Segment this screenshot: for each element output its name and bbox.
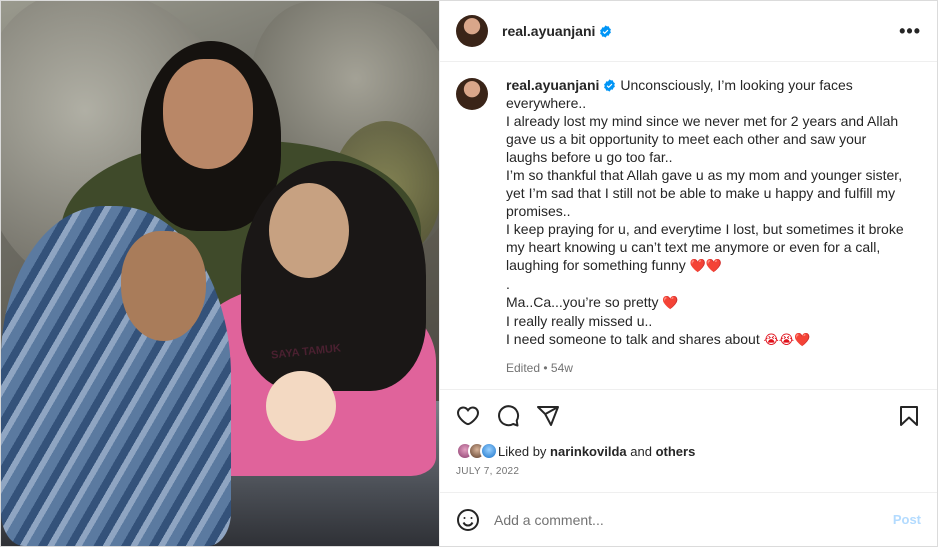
verified-badge-icon (604, 78, 616, 92)
verified-badge-icon (600, 24, 612, 38)
caption-line-text: Unconsciously, I’m looking your faces (620, 77, 853, 93)
caption-line: I need someone to talk and shares about … (506, 330, 916, 349)
caption-username-text[interactable]: real.ayuanjani (506, 76, 599, 94)
photo-person-back-face (163, 59, 253, 169)
edited-timestamp[interactable]: Edited • 54w (506, 359, 916, 377)
likes-summary: Liked by narinkovilda and others (456, 442, 921, 460)
caption-line: laughing for something funny ❤️❤️ (506, 256, 916, 275)
caption-line-text: laughing for something funny (506, 257, 686, 273)
photo-person-right-face (269, 183, 349, 278)
caption-line-text: Ma..Ca...you’re so pretty (506, 294, 659, 310)
caption-area: real.ayuanjani Unconsciously, I’m lookin… (440, 62, 937, 389)
photo-person-left-face (121, 231, 206, 341)
likes-others-link[interactable]: others (656, 444, 696, 459)
share-send-icon[interactable] (536, 404, 560, 428)
post-photo[interactable]: SAYA TAMUK (1, 1, 439, 546)
caption-line: yet I’m sad that I still not be able to … (506, 185, 896, 201)
heart-emoji-icon: ❤️❤️ (689, 258, 723, 273)
caption-line-text: I need someone to talk and shares about (506, 331, 760, 347)
photo-shirt-print (266, 371, 336, 441)
avatar[interactable] (456, 15, 488, 47)
caption-line: Ma..Ca...you’re so pretty ❤️ (506, 293, 916, 312)
save-bookmark-icon[interactable] (897, 404, 921, 428)
post-sidebar: real.ayuanjani ••• real.ayuanjani Uncons… (439, 1, 937, 546)
caption-line: I really really missed u.. (506, 313, 653, 329)
post-actions-section: Liked by narinkovilda and others JULY 7,… (440, 389, 937, 492)
avatar[interactable] (456, 78, 488, 110)
caption-line: everywhere.. (506, 95, 587, 111)
caption-line: I’m so thankful that Allah gave u as my … (506, 167, 903, 183)
comment-input[interactable] (494, 511, 893, 528)
avatar[interactable] (480, 442, 498, 460)
like-heart-icon[interactable] (456, 404, 480, 428)
heart-emoji-icon: ❤️ (662, 295, 679, 310)
more-options-button[interactable]: ••• (899, 22, 921, 40)
caption-line: my heart knowing u can’t text me anymore… (506, 239, 881, 255)
emoji-smiley-icon[interactable] (456, 508, 480, 532)
likes-prefix: Liked by (498, 443, 547, 459)
post-date[interactable]: JULY 7, 2022 (456, 466, 921, 477)
instagram-post: SAYA TAMUK real.ayuanjani ••• real.ayuan… (0, 0, 938, 547)
caption-line: gave us a bit opportunity to meet each o… (506, 131, 867, 147)
caption-line: I keep praying for u, and everytime I lo… (506, 221, 904, 237)
caption-text: real.ayuanjani Unconsciously, I’m lookin… (506, 76, 916, 389)
caption-line: promises.. (506, 203, 571, 219)
crying-emoji-icon: 😭😭❤️ (763, 332, 811, 347)
comment-bubble-icon[interactable] (496, 404, 520, 428)
post-comment-button[interactable]: Post (893, 512, 921, 527)
post-header: real.ayuanjani ••• (440, 1, 937, 62)
caption-username[interactable]: real.ayuanjani (506, 76, 620, 94)
caption-line: I already lost my mind since we never me… (506, 113, 899, 129)
liker-avatars[interactable] (456, 442, 498, 460)
comment-bar: Post (440, 492, 937, 546)
likes-user-link[interactable]: narinkovilda (550, 444, 627, 459)
caption-line: real.ayuanjani Unconsciously, I’m lookin… (506, 76, 916, 94)
caption-line: . (506, 276, 510, 292)
header-username-text[interactable]: real.ayuanjani (502, 23, 595, 39)
action-bar (456, 400, 921, 432)
likes-connector: and (630, 443, 652, 459)
header-username[interactable]: real.ayuanjani (502, 23, 612, 39)
caption-line: laughs before u go too far.. (506, 149, 673, 165)
